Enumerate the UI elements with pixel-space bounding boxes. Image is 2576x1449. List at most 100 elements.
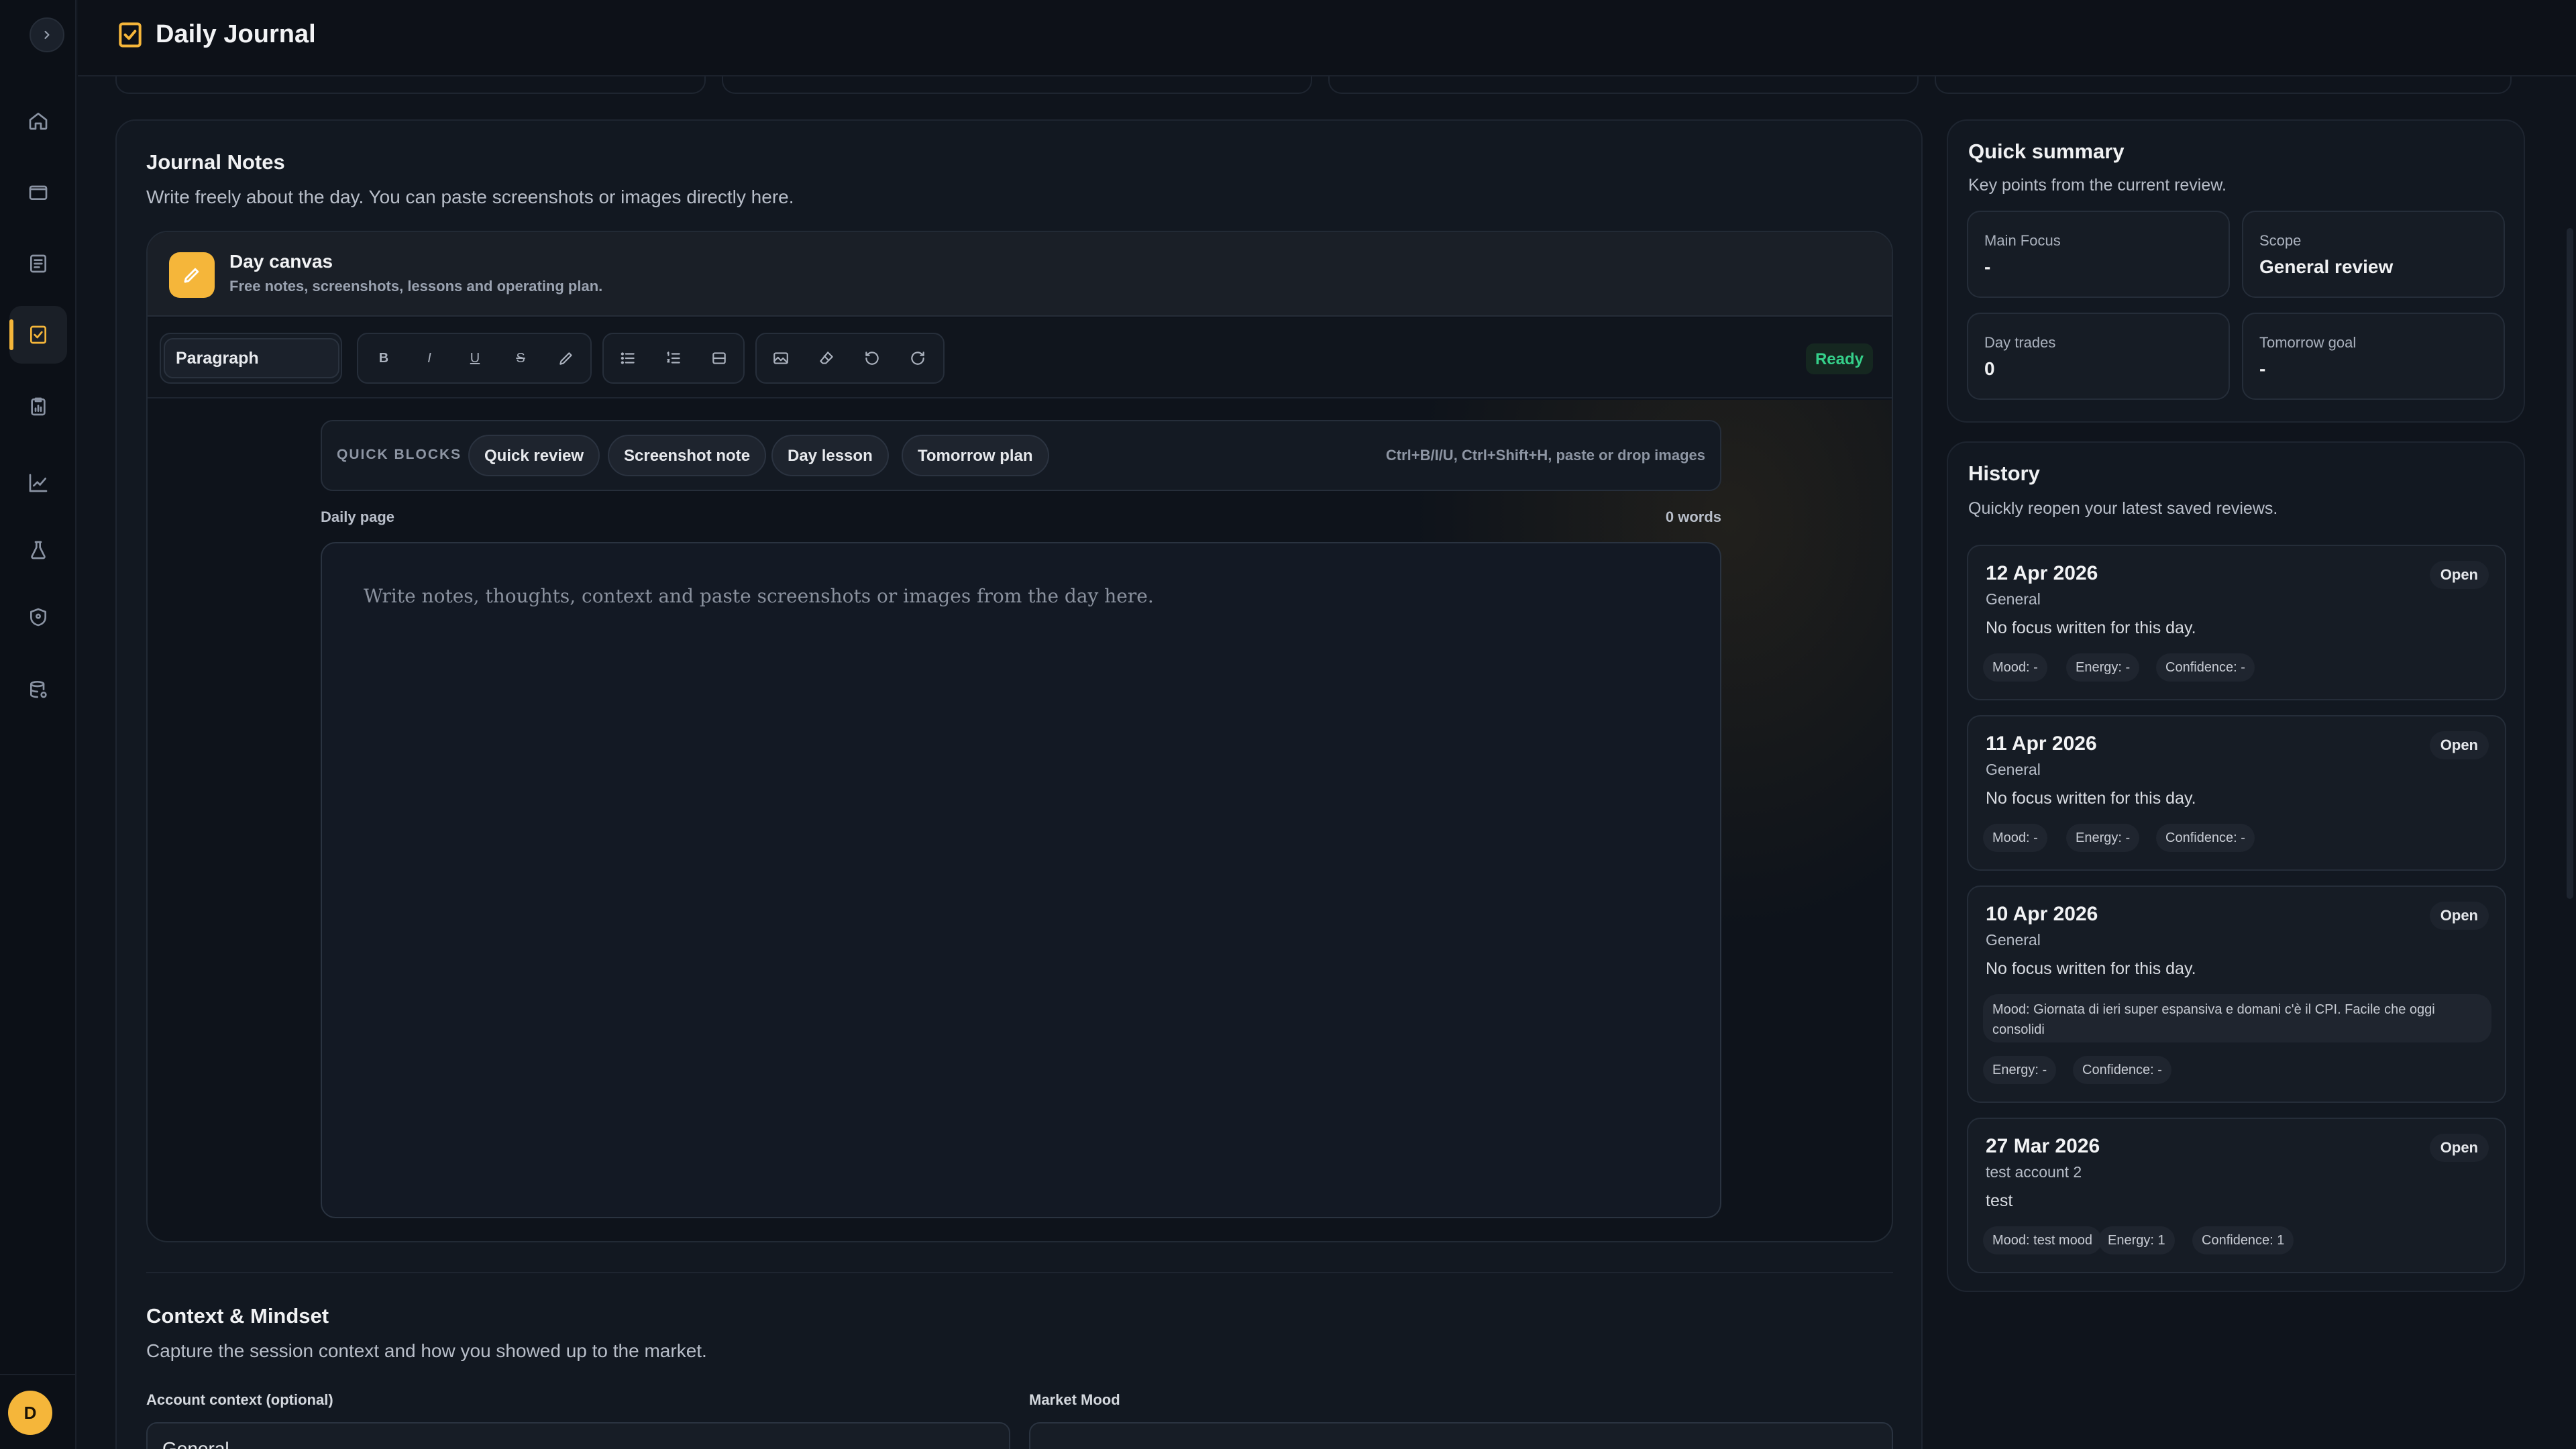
quick-block-tomorrow-plan[interactable]: Tomorrow plan [902,435,1049,476]
stat-scope: Scope General review [2242,211,2505,298]
confidence-chip: Confidence: - [2156,824,2255,852]
undo-icon [865,352,879,365]
energy-chip: Energy: - [2066,653,2140,682]
page-scrollbar[interactable] [2567,228,2573,899]
status-badge: Ready [1805,343,1873,374]
notebook-icon [30,254,46,273]
open-button[interactable]: Open [2429,561,2489,589]
quick-block-screenshot-note[interactable]: Screenshot note [608,435,767,476]
top-card-edge [115,76,706,94]
undo-button[interactable] [857,343,887,373]
history-date: 10 Apr 2026 [1986,903,2098,925]
history-entry[interactable]: 11 Apr 2026 Open General No focus writte… [1967,715,2506,871]
journal-editor[interactable]: Write notes, thoughts, context and paste… [321,542,1721,1218]
market-mood-input[interactable] [1029,1422,1893,1449]
section-divider [146,1272,1893,1273]
energy-chip: Energy: - [2066,824,2140,852]
sidebar-item-reports[interactable] [21,390,55,423]
day-canvas: Day canvas Free notes, screenshots, less… [146,231,1893,1242]
folder-icon [29,185,48,200]
history-entry[interactable]: 10 Apr 2026 Open General No focus writte… [1967,885,2506,1103]
underline-button[interactable]: U [460,343,490,373]
history-entry[interactable]: 12 Apr 2026 Open General No focus writte… [1967,545,2506,700]
canvas-title: Day canvas [229,251,333,272]
divider-block-icon [712,352,726,364]
editor-toolbar: Paragraph B I U S Ready [148,318,1892,398]
flask-icon [31,541,46,559]
eraser-icon [820,352,833,364]
quick-block-quick-review[interactable]: Quick review [468,435,600,476]
clipboard-chart-icon [31,397,46,416]
sidebar-divider [0,1374,76,1375]
bold-button[interactable]: B [369,343,398,373]
numbered-list-button[interactable] [659,343,688,373]
history-title: History [1968,462,2040,485]
account-context-select[interactable]: General [146,1422,1010,1449]
history-scope: General [1986,931,2041,949]
sidebar-item-folder[interactable] [21,175,55,209]
shortcut-hint: Ctrl+B/I/U, Ctrl+Shift+H, paste or drop … [1385,447,1705,464]
context-title: Context & Mindset [146,1304,329,1328]
redo-icon [911,352,924,365]
avatar[interactable]: D [8,1391,52,1435]
open-button[interactable]: Open [2429,902,2489,930]
sidebar-toggle-button[interactable] [30,17,64,52]
divider-block-button[interactable] [704,343,734,373]
block-type-select[interactable]: Paragraph [164,338,339,378]
quick-summary-title: Quick summary [1968,140,2125,163]
highlight-button[interactable] [551,343,581,373]
redo-button[interactable] [903,343,932,373]
sidebar-item-security[interactable] [21,600,55,634]
sidebar-active-indicator [9,319,13,350]
top-card-edge [1328,76,1919,94]
history-focus: No focus written for this day. [1986,959,2196,978]
stat-value: - [2259,358,2266,379]
quick-block-day-lesson[interactable]: Day lesson [771,435,889,476]
history-focus: No focus written for this day. [1986,789,2196,808]
bullet-list-button[interactable] [613,343,643,373]
chevron-right-icon [44,30,50,40]
underline-icon: U [470,350,480,366]
mood-chip: Mood: test mood [1983,1226,2102,1254]
history-focus: No focus written for this day. [1986,619,2196,637]
quick-blocks-bar: QUICK BLOCKS Quick review Screenshot not… [321,420,1721,491]
strikethrough-icon: S [516,350,525,366]
editor-placeholder: Write notes, thoughts, context and paste… [364,585,1154,607]
confidence-chip: Confidence: - [2156,653,2255,682]
italic-icon: I [427,350,431,366]
bullet-list-icon [621,352,635,364]
sidebar-item-lab[interactable] [21,533,55,567]
page-title: Daily Journal [156,20,316,48]
top-header: Daily Journal [78,0,2576,76]
mood-chip: Mood: - [1983,653,2047,682]
insert-image-button[interactable] [766,343,796,373]
sidebar-item-home[interactable] [21,104,55,138]
stat-label: Scope [2259,232,2302,249]
strikethrough-button[interactable]: S [506,343,535,373]
italic-button[interactable]: I [415,343,444,373]
quick-blocks-label: QUICK BLOCKS [337,447,462,462]
history-subtitle: Quickly reopen your latest saved reviews… [1968,499,2278,518]
stat-value: 0 [1984,358,1995,379]
daily-page-label: Daily page [321,508,395,525]
journal-notes-title: Journal Notes [146,150,285,174]
sidebar-item-notes[interactable] [21,247,55,280]
sidebar-item-data[interactable] [21,674,55,707]
open-button[interactable]: Open [2429,1134,2489,1162]
journal-check-icon [115,20,145,50]
word-count: 0 words [1665,508,1721,525]
history-scope: General [1986,590,2041,608]
history-focus: test [1986,1191,2013,1210]
stat-value: General review [2259,256,2394,277]
clear-format-button[interactable] [812,343,841,373]
quick-summary-subtitle: Key points from the current review. [1968,176,2226,195]
sidebar-item-journal[interactable] [21,318,55,352]
history-date: 11 Apr 2026 [1986,733,2097,755]
highlighter-icon [559,352,572,365]
shield-icon [30,608,46,627]
sidebar-item-analytics[interactable] [21,466,55,500]
open-button[interactable]: Open [2429,731,2489,759]
history-panel: History Quickly reopen your latest saved… [1947,441,2525,1292]
history-entry[interactable]: 27 Mar 2026 Open test account 2 test Moo… [1967,1118,2506,1273]
mood-chip: Mood: - [1983,824,2047,852]
